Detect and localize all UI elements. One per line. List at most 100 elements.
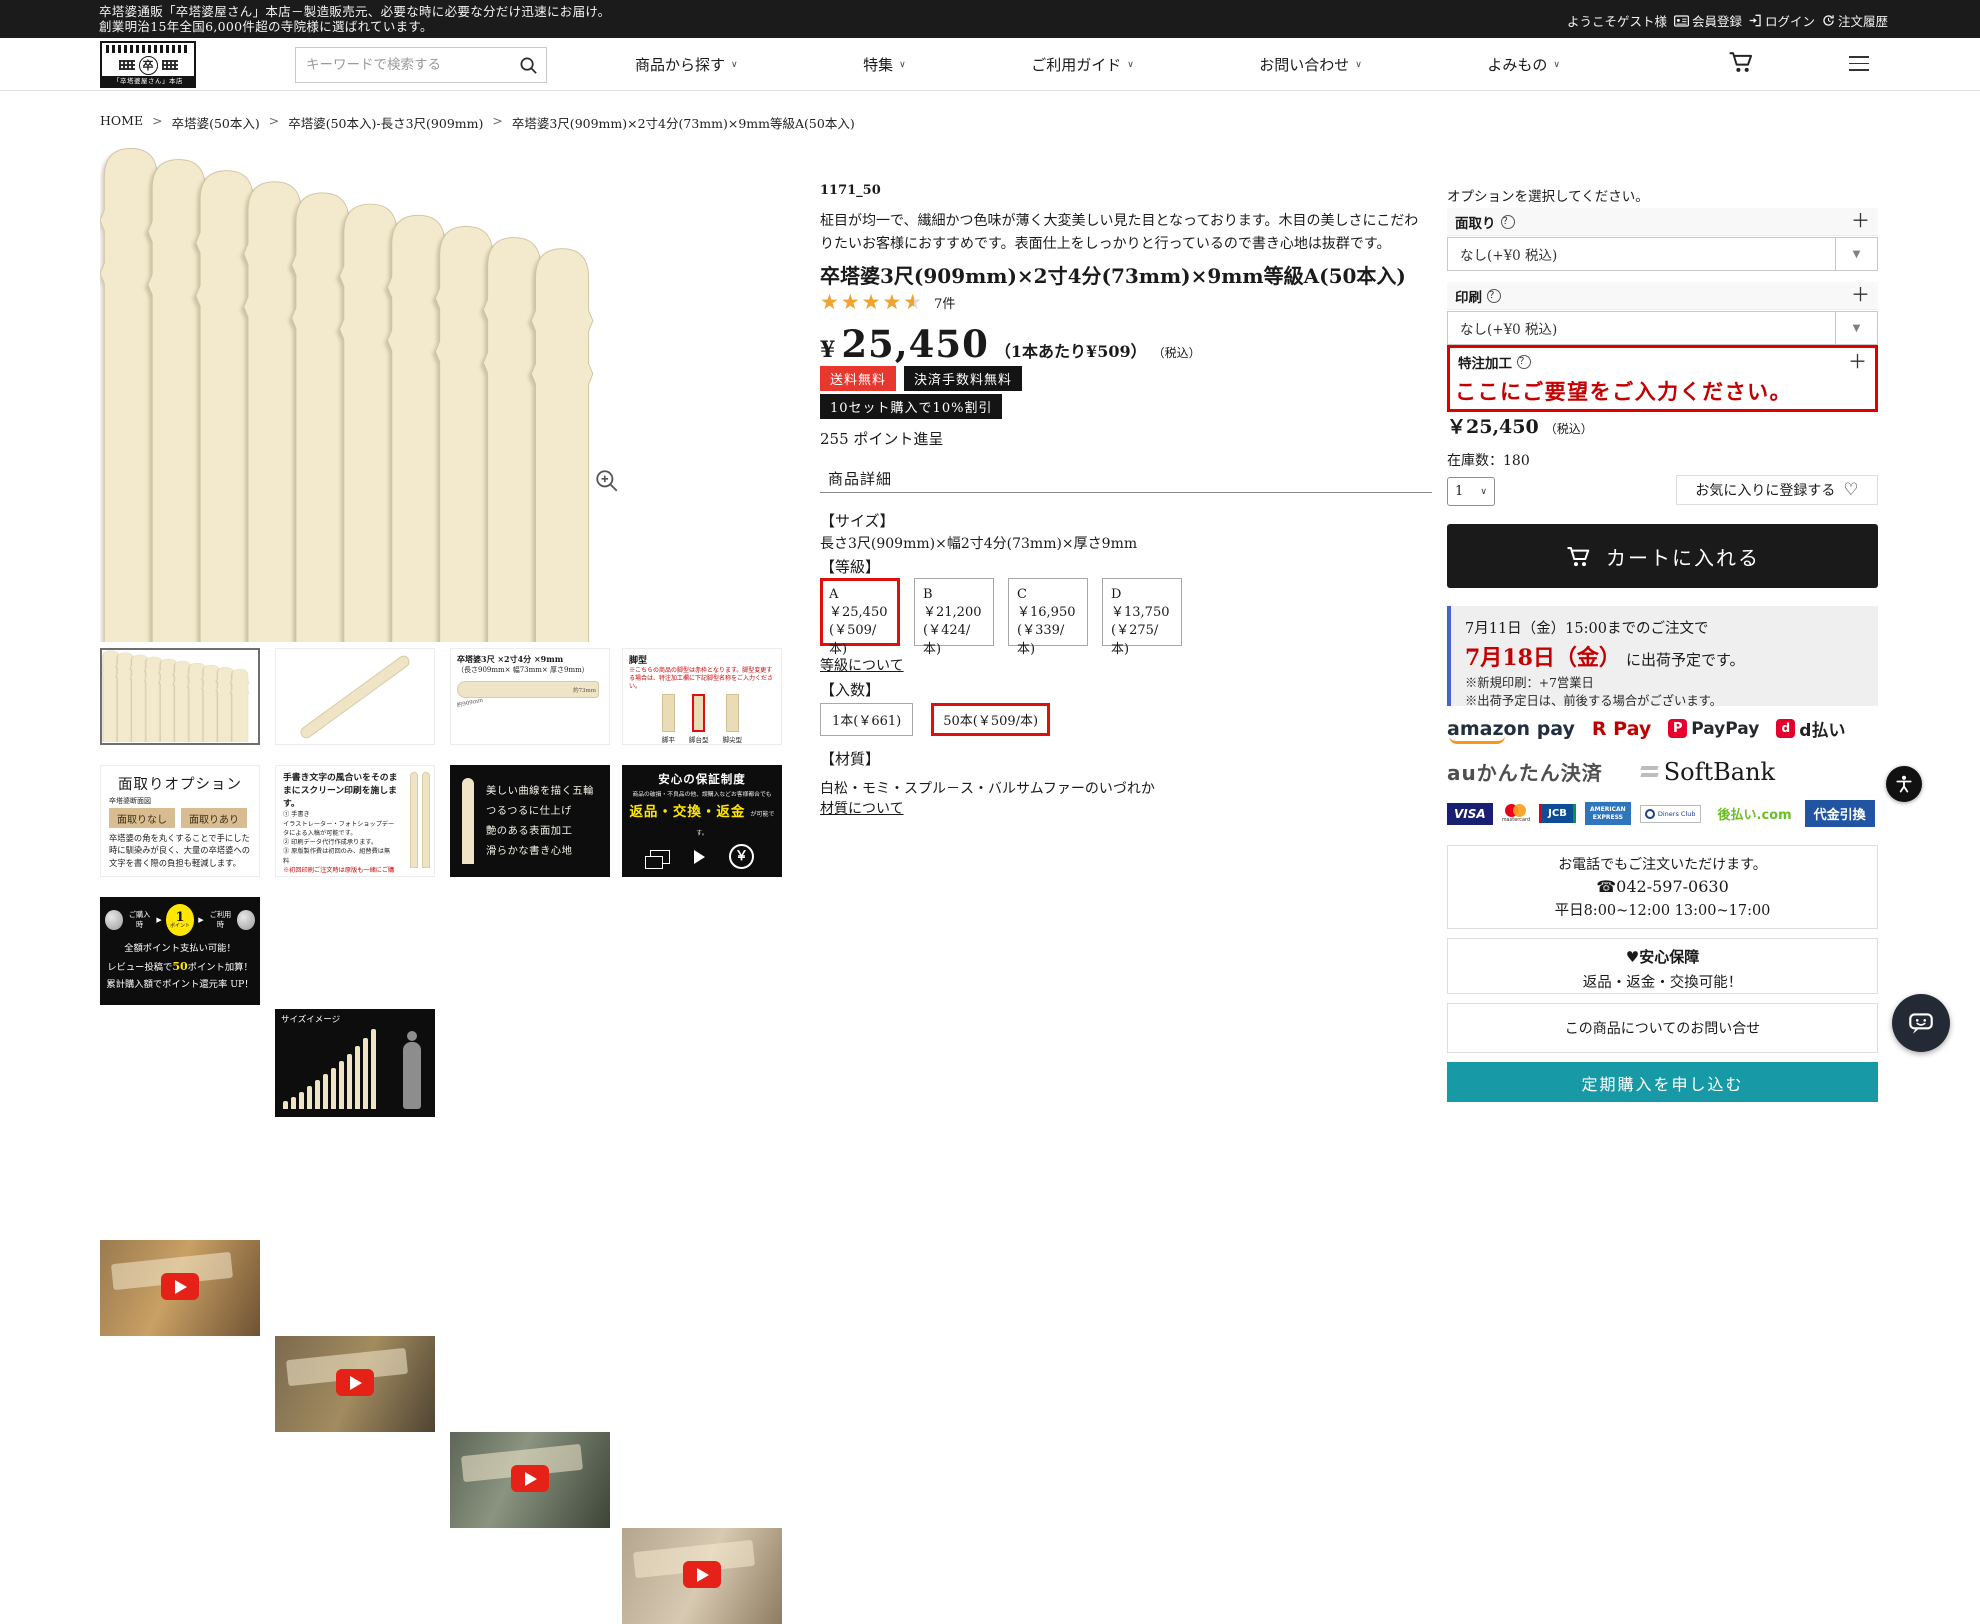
point-unit: ポイント [170,924,190,929]
favorite-label: お気に入りに登録する [1695,480,1835,500]
size-bar [331,1068,336,1109]
nav-item-guide[interactable]: ご利用ガイド ∨ [1031,54,1134,75]
points-info-tile[interactable]: ご購入時 ▶ 1 ポイント ▶ ご利用時 全額ポイント支払い可能！ レビュー投稿… [100,897,260,1005]
chamfer-select[interactable]: なし(+¥0 税込) ▼ [1447,237,1878,271]
material-info-link[interactable]: 材質について [820,798,904,818]
discount-badge: 10セット購入で10%割引 [820,394,1002,419]
plus-icon[interactable]: ＋ [1848,353,1867,372]
print-option-row: 印刷 ？ ＋ [1447,282,1878,310]
search-input[interactable] [296,57,510,73]
grade-option-a-selected[interactable]: A ￥25,450 (￥509/本) [820,578,900,646]
print-select[interactable]: なし(+¥0 税込) ▼ [1447,311,1878,345]
print-option-tile[interactable]: 手書き文字の風合いをそのままにスクリーン印刷を施します。 ① 手書き イラストレ… [275,765,435,877]
grade-info-link[interactable]: 等級について [820,655,904,675]
leg-type-note: ※こちらの商品の脚型は赤枠となります。脚型変更する場合は、特注加工欄に下記脚型名… [629,667,775,691]
payment-logos-row1: amazon pay R Pay PPayPay dd払い [1447,716,1878,741]
login-link[interactable]: ログイン [1749,11,1815,30]
breadcrumb-subcategory[interactable]: 卒塔婆(50本入)-長さ3尺(909mm) [288,113,483,132]
points-buy-label: ご購入時 [127,910,153,930]
play-icon[interactable] [694,850,705,864]
product-title: 卒塔婆3尺(909mm)×2寸4分(73mm)×9mm等級A(50本入) [820,260,1406,289]
plus-icon[interactable]: ＋ [1851,212,1870,231]
product-thumbnail-3[interactable]: 卒塔婆3尺 ×2寸4分 ×9mm （長さ909mm× 幅73mm× 厚さ9mm）… [450,648,610,745]
question-icon[interactable]: ？ [1487,289,1501,303]
breadcrumb-separator: > [269,113,279,132]
hamburger-icon [1849,63,1869,65]
phone-number-line[interactable]: ☎042-597-0630 [1448,877,1877,896]
guarantee-title: 安心の保証制度 [628,771,776,787]
question-icon[interactable]: ？ [1501,215,1515,229]
grade-option-b[interactable]: B ￥21,200 (￥424/本) [914,578,994,646]
currency-symbol: ¥ [820,337,835,363]
print-option-label: 印刷 [1455,286,1482,306]
accessibility-button[interactable] [1886,766,1922,802]
zoom-icon[interactable] [594,468,620,494]
chat-button[interactable] [1892,994,1950,1052]
add-to-cart-button[interactable]: カートに入れる [1447,524,1878,588]
chevron-down-icon: ∨ [1127,60,1134,70]
chamfer-option-tile[interactable]: 面取りオプション 卒塔婆断面図 面取りなし 面取りあり 卒塔婆の角を丸くすること… [100,765,260,877]
nav-item-contact[interactable]: お問い合わせ ∨ [1259,54,1362,75]
search-icon [519,56,538,75]
guarantee-highlight: 返品・交換・返金 [629,804,745,820]
nav-item-features[interactable]: 特集 ∨ [863,54,906,75]
size-bar [339,1061,344,1109]
site-logo[interactable]: 卒 「卒塔婆屋さん」本店 [100,41,196,88]
cod-logo: 代金引換 [1805,800,1875,827]
play-button[interactable] [683,1561,721,1588]
count-label: 【入数】 [820,679,880,700]
quantity-select[interactable]: 1 ∨ [1447,477,1495,506]
payment-logos-row2: auかんたん決済 SoftBank [1447,757,1878,786]
size-bar [355,1046,360,1109]
subscribe-label: 定期購入を申し込む [1581,1071,1743,1095]
print-item1: ① 手書き [283,810,395,819]
product-thumbnail-2[interactable] [275,648,435,745]
accessibility-person-icon [1894,774,1914,794]
grade-option-c[interactable]: C ￥16,950 (￥339/本) [1008,578,1088,646]
video-thumbnail-3[interactable] [450,1432,610,1528]
video-thumbnail-1[interactable] [100,1240,260,1336]
search-button[interactable] [510,56,546,75]
diners-circle-icon [1645,809,1655,819]
add-to-favorites-button[interactable]: お気に入りに登録する ♡ [1676,475,1878,505]
review-count-link[interactable]: 7件 [934,293,955,312]
breadcrumb-separator: > [492,113,502,132]
plus-icon[interactable]: ＋ [1851,286,1870,305]
guarantee-tile[interactable]: 安心の保証制度 商品の破損・不良品の他、誤購入などお客様都合でも 返品・交換・返… [622,765,782,877]
nav-item-reading[interactable]: よみもの ∨ [1487,54,1560,75]
video-thumbnail-2[interactable] [275,1336,435,1432]
breadcrumb-separator: > [152,113,162,132]
chevron-down-icon: ∨ [1553,60,1560,70]
breadcrumb-category[interactable]: 卒塔婆(50本入) [172,113,260,132]
play-button[interactable] [336,1369,374,1396]
grade-option-d[interactable]: D ￥13,750 (￥275/本) [1102,578,1182,646]
subscribe-button[interactable]: 定期購入を申し込む [1447,1062,1878,1102]
size-bar [363,1038,368,1109]
nav-item-products[interactable]: 商品から探す ∨ [635,54,738,75]
tagline-line2: 創業明治15年全国6,000件超の寺院様に選ばれています。 [99,19,610,34]
grade-options: A ￥25,450 (￥509/本) B ￥21,200 (￥424/本) C … [820,578,1182,646]
finish-feature-tile[interactable]: 美しい曲線を描く五輪 つるつるに仕上げ 艶のある表面加工 滑らかな書き心地 [450,765,610,877]
count-options: 1本(￥661) 50本(￥509/本) [820,703,1050,736]
rakuten-pay-logo: R Pay [1592,718,1651,740]
payment-logos-row3: VISA mastercard JCB AMERICAN EXPRESS Din… [1447,800,1878,827]
product-inquiry-button[interactable]: この商品についてのお問い合せ [1447,1003,1878,1053]
chamfer-on-button: 面取りあり [181,808,247,828]
question-icon[interactable]: ？ [1517,355,1531,369]
count-option-single[interactable]: 1本(￥661) [820,703,913,736]
count-option-50-selected[interactable]: 50本(￥509/本) [931,703,1050,736]
product-main-image[interactable] [100,145,622,642]
register-link[interactable]: 会員登録 [1674,11,1742,30]
points-flow: ご購入時 ▶ 1 ポイント ▶ ご利用時 [105,904,255,936]
product-thumbnail-4[interactable]: 脚型 ※こちらの商品の脚型は赤枠となります。脚型変更する場合は、特注加工欄に下記… [622,648,782,745]
cart-button[interactable] [1727,48,1755,80]
play-button[interactable] [511,1465,549,1492]
menu-button[interactable] [1849,56,1869,76]
breadcrumb-home[interactable]: HOME [100,113,143,132]
play-button[interactable] [161,1273,199,1300]
size-chart-tile[interactable]: サイズイメージ [275,1009,435,1117]
order-history-link[interactable]: 注文履歴 [1822,11,1888,30]
amex-logo: AMERICAN EXPRESS [1585,802,1631,824]
product-thumbnail-1[interactable] [100,648,260,745]
video-thumbnail-4[interactable] [622,1528,782,1624]
